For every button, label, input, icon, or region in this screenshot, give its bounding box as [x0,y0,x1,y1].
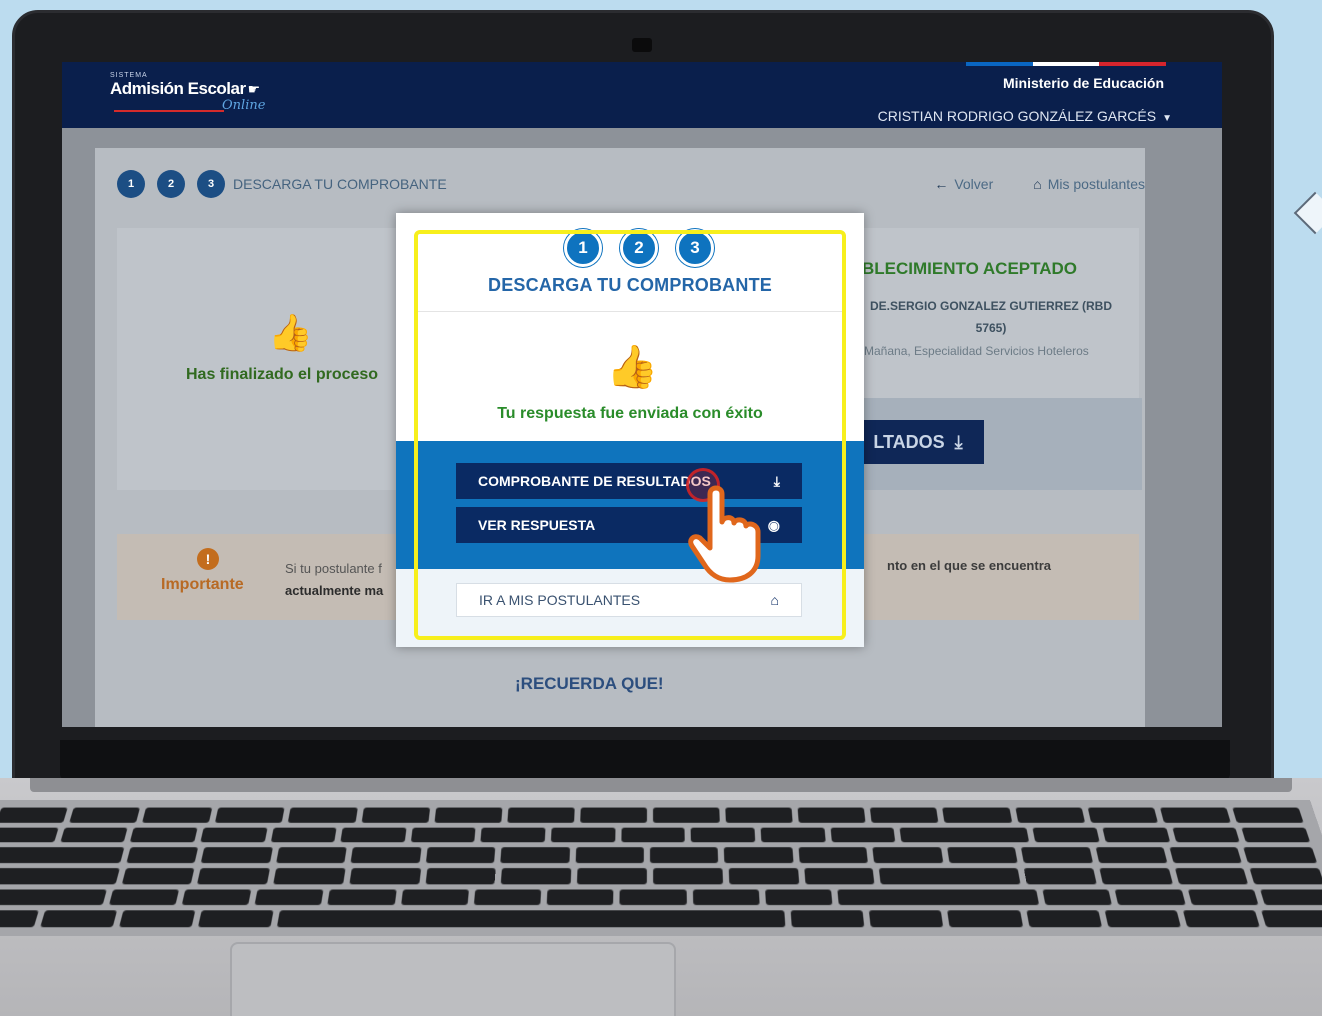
brand-script: Online [222,98,266,113]
important-text-right: nto en el que se encuentra [887,558,1051,573]
remember-heading: ¡RECUERDA QUE! [515,674,664,693]
brand-small: SISTEMA [110,72,148,79]
speech-bubble-pointer [1293,191,1322,235]
pointer-hand-icon: ☛ [247,81,261,97]
download-modal: 1 2 3 DESCARGA TU COMPROBANTE 👍 Tu respu… [396,213,864,647]
modal-stepper: 1 2 3 [564,229,714,267]
modal-step-1: 1 [564,229,602,267]
page-nav: ← Volver ⌂ Mis postulantes [934,176,1145,192]
thumbs-up-icon: 👍 [268,312,313,353]
step-3: 3 [197,170,225,198]
laptop-hinge [60,740,1230,780]
back-link[interactable]: ← Volver [934,176,993,192]
success-message: Tu respuesta fue enviada con éxito [497,405,763,422]
modal-divider [416,311,844,312]
results-download-button[interactable]: LTADOS ⤓ [852,420,984,464]
home-icon: ⌂ [1033,176,1042,192]
user-menu[interactable]: CRISTIAN RODRIGO GONZÁLEZ GARCÉS ▼ [878,108,1172,124]
download-icon: ⤓ [954,431,963,452]
flag-white [1032,62,1100,66]
go-to-applicants-label: IR A MIS POSTULANTES [479,592,641,608]
touchpad [230,942,676,1016]
warning-icon: ! [197,548,219,570]
home-icon: ⌂ [770,592,779,608]
flag-stripe [966,62,1167,66]
go-to-applicants-link[interactable]: IR A MIS POSTULANTES ⌂ [456,583,802,617]
click-pointer [686,468,776,583]
laptop-deck-edge [30,778,1292,792]
flag-blue [966,62,1033,66]
download-receipt-label: COMPROBANTE DE RESULTADOS [478,473,711,489]
thumbs-up-icon: 👍 [606,343,659,390]
stepper: 1 2 3 DESCARGA TU COMPROBANTE [117,170,447,198]
step-2: 2 [157,170,185,198]
finished-text: Has finalizado el proceso [186,366,379,383]
brand-logo[interactable]: SISTEMA Admisión Escolar ☛ Online [110,72,265,113]
app-header: SISTEMA Admisión Escolar ☛ Online Ministe… [62,62,1222,128]
brand-underline [114,110,224,112]
webcam [632,38,652,52]
pointing-hand-icon [688,485,761,583]
modal-title: DESCARGA TU COMPROBANTE [488,275,772,295]
brand-name: Admisión Escolar [110,79,246,98]
school-name: DE.SERGIO GONZALEZ GUTIERREZ (RBD 5765) [869,299,1112,335]
flag-red [1099,62,1167,66]
modal-step-2: 2 [620,229,658,267]
step-1: 1 [117,170,145,198]
laptop-keyboard [0,800,1322,936]
modal-action-band [396,441,864,569]
school-detail: Mañana, Especialidad Servicios Hoteleros [864,344,1089,358]
step-title: DESCARGA TU COMPROBANTE [233,176,447,192]
view-response-label: VER RESPUESTA [478,517,596,533]
accepted-title: BLECIMIENTO ACEPTADO [862,259,1078,278]
chevron-down-icon: ▼ [1162,113,1172,124]
modal-step-3: 3 [676,229,714,267]
important-label: Importante [161,576,244,593]
my-applicants-link[interactable]: ⌂ Mis postulantes [1033,176,1145,192]
arrow-left-icon: ← [934,176,949,192]
ministry-label: Ministerio de Educación [1002,75,1164,91]
user-name: CRISTIAN RODRIGO GONZÁLEZ GARCÉS [877,108,1157,124]
